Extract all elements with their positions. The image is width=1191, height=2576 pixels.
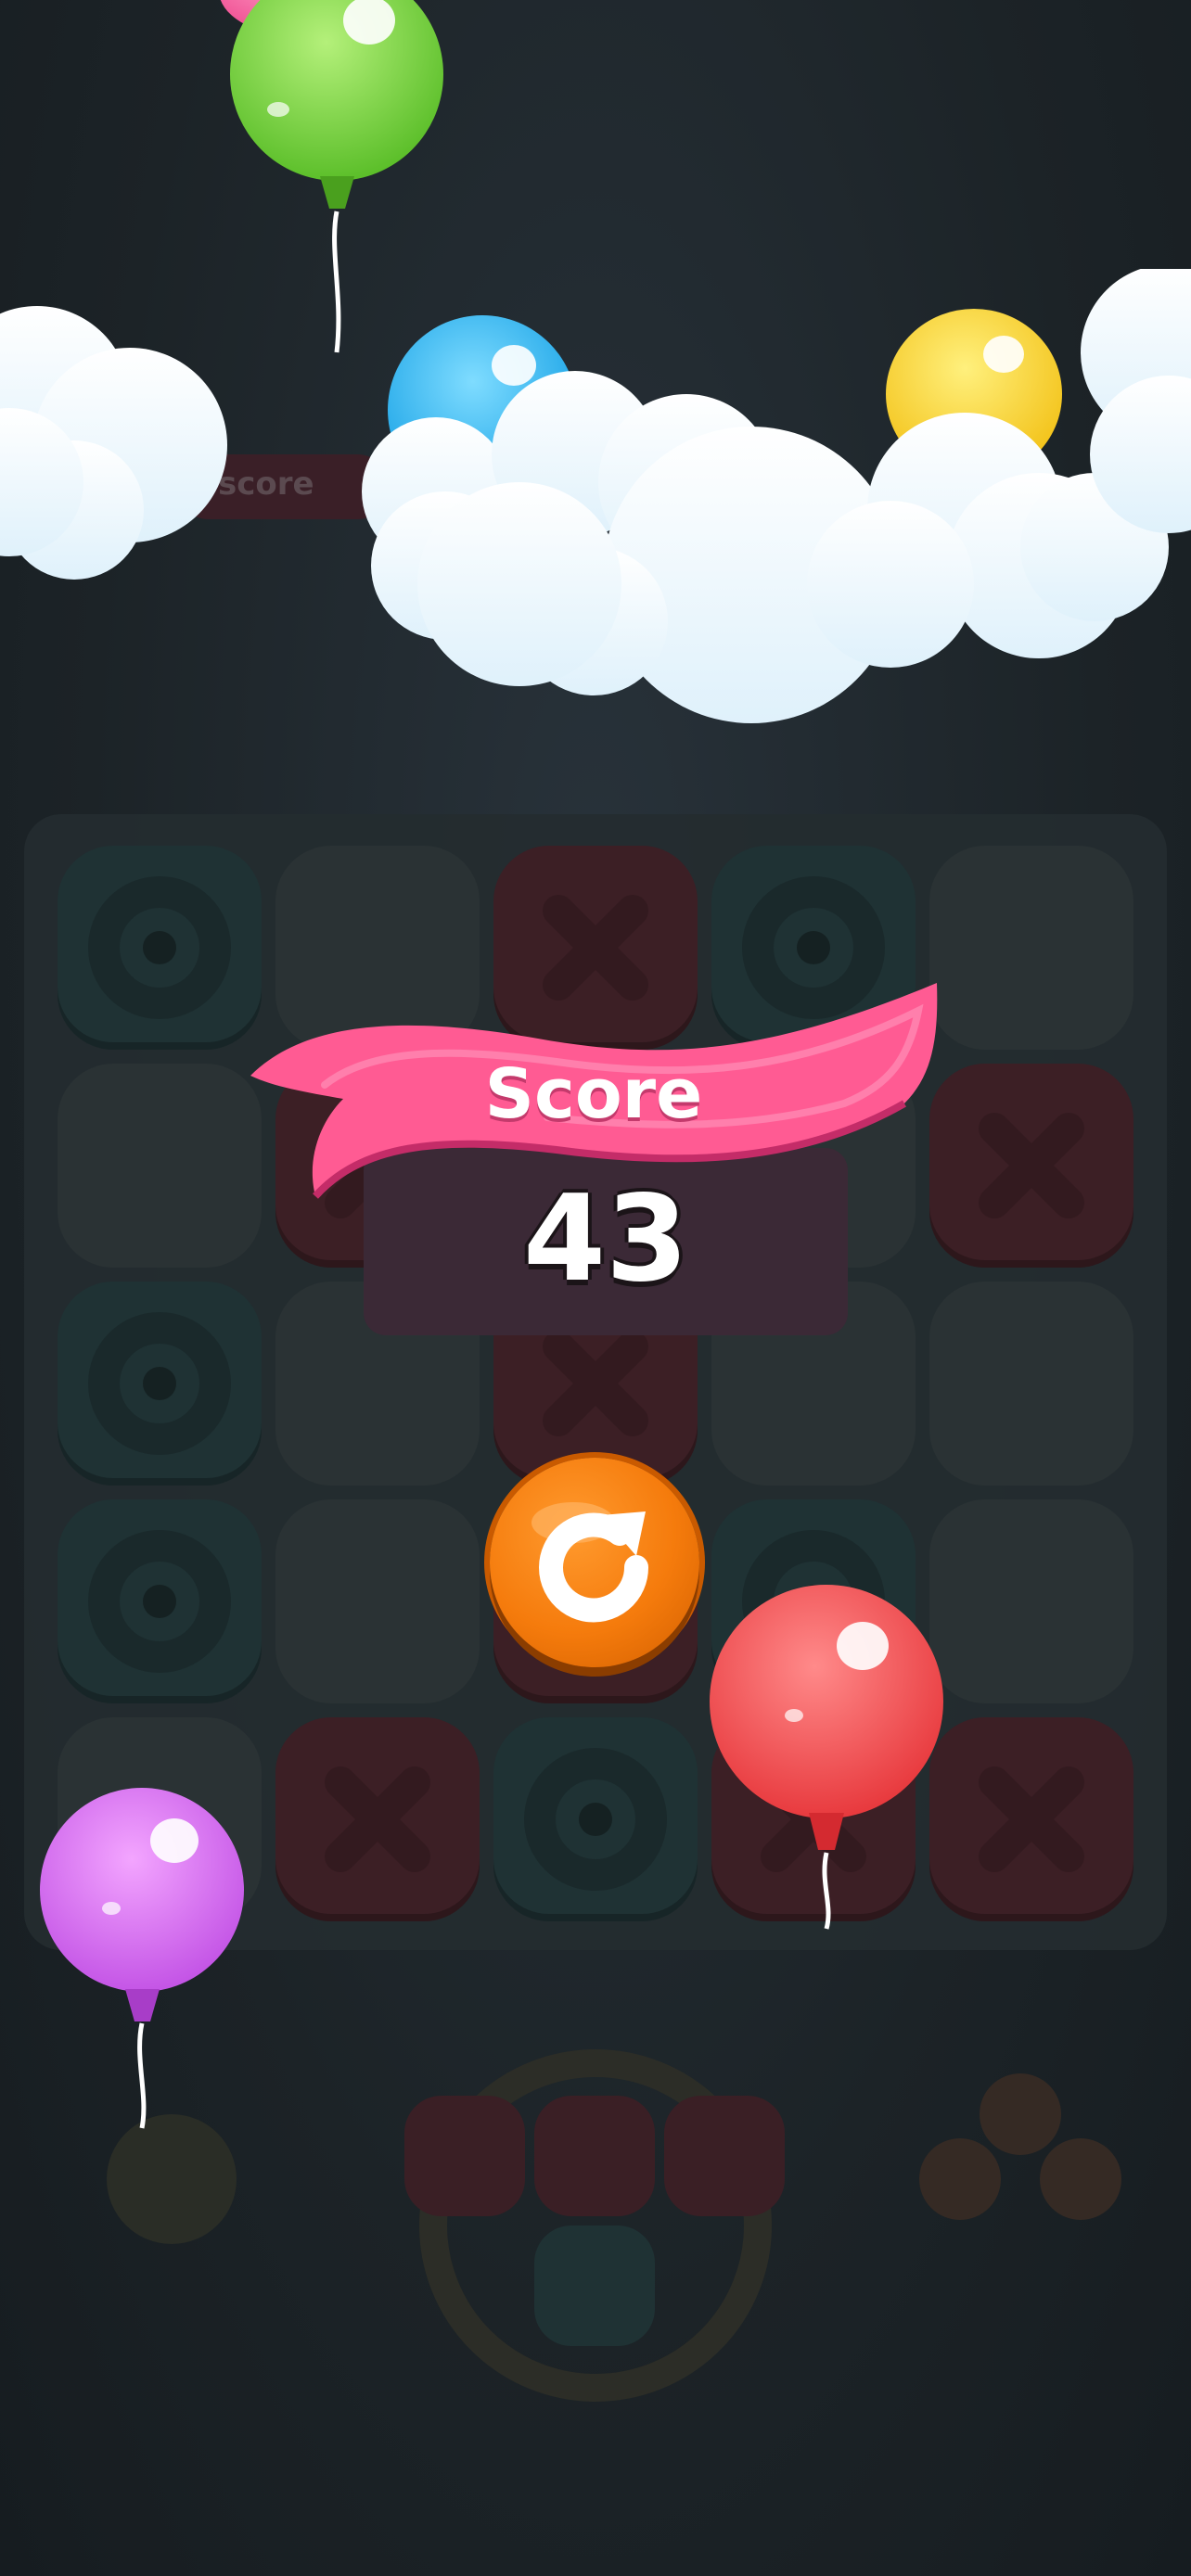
score-title: Score — [484, 1054, 703, 1134]
clouds — [0, 269, 1191, 723]
restart-icon — [531, 1502, 649, 1623]
purple-balloon — [40, 1788, 244, 2129]
left-cloud — [0, 306, 227, 580]
restart-button[interactable] — [490, 1458, 699, 1667]
red-balloon — [710, 1585, 943, 1930]
center-cloud — [362, 371, 1169, 723]
score-value: 43 — [522, 1170, 689, 1308]
